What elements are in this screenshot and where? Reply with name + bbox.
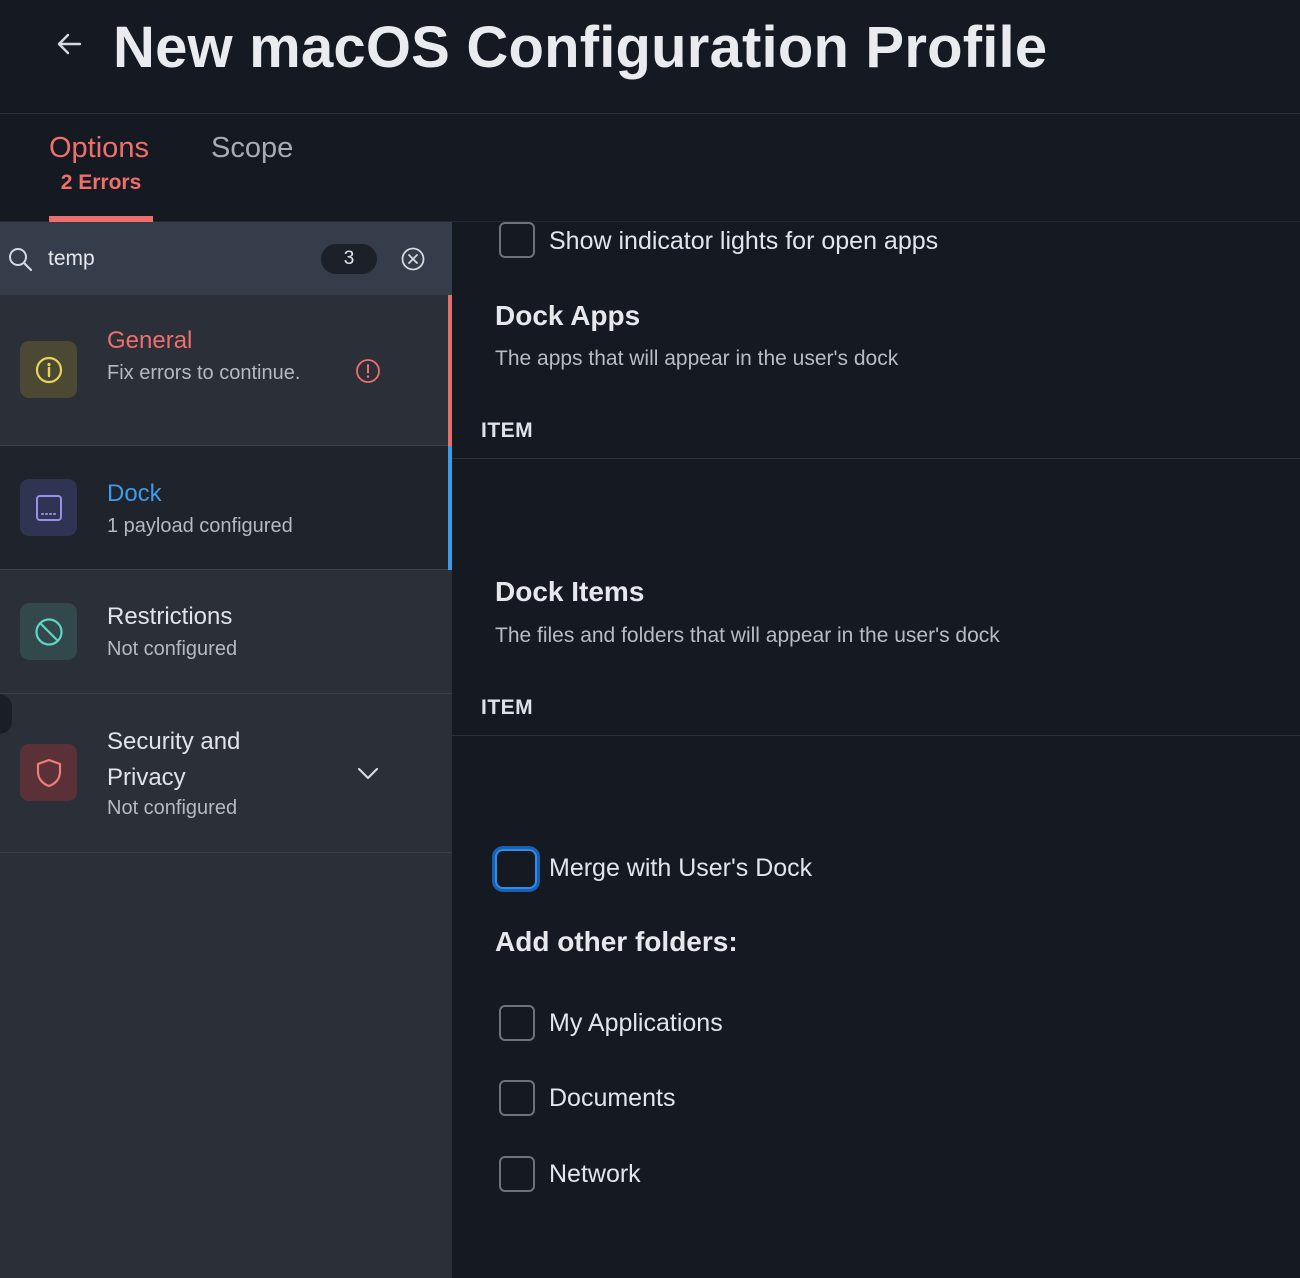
dock-items-description: The files and folders that will appear i…: [495, 624, 1000, 647]
documents-label: Documents: [549, 1084, 676, 1112]
sidebar-item-subtitle: Not configured: [107, 638, 238, 660]
dock-apps-column-item: ITEM: [481, 419, 534, 442]
merge-with-users-dock-label: Merge with User's Dock: [549, 854, 813, 882]
sidebar-item-title: Dock: [107, 480, 162, 507]
search-icon: [9, 248, 33, 272]
sidebar-item-subtitle: 1 payload configured: [107, 515, 293, 537]
page-title: New macOS Configuration Profile: [113, 15, 1048, 80]
sidebar-item-subtitle: Not configured: [107, 797, 238, 819]
tab-scope[interactable]: Scope: [211, 132, 293, 165]
sidebar-item-title: Restrictions: [107, 603, 233, 630]
sidebar-item-restrictions[interactable]: Restrictions Not configured: [0, 570, 452, 694]
security-icon-tile: [20, 744, 77, 801]
tab-options-label: Options: [49, 132, 149, 164]
clear-search-icon[interactable]: [400, 246, 426, 272]
add-other-folders-title: Add other folders:: [495, 926, 738, 957]
sidebar-item-general[interactable]: General Fix errors to continue.: [0, 295, 452, 446]
my-applications-checkbox[interactable]: [499, 1005, 535, 1041]
dock-apps-title: Dock Apps: [495, 300, 641, 331]
sidebar-item-subtitle: Fix errors to continue.: [107, 362, 301, 384]
restrictions-icon-tile: [20, 603, 77, 660]
sidebar-item-title: Security and Privacy: [107, 728, 241, 791]
dock-icon-tile: [20, 479, 77, 536]
network-checkbox[interactable]: [499, 1156, 535, 1192]
show-indicator-lights-checkbox[interactable]: [499, 222, 535, 258]
shield-icon: [36, 758, 61, 787]
dock-icon: [35, 494, 62, 521]
general-icon-tile: [20, 341, 77, 398]
sidebar-item-security-and-privacy[interactable]: Security and Privacy Not configured: [0, 694, 452, 853]
chevron-down-icon[interactable]: [355, 760, 381, 786]
search-input[interactable]: [48, 242, 298, 276]
sidebar-item-title: General: [107, 327, 193, 354]
show-indicator-lights-label: Show indicator lights for open apps: [549, 227, 939, 255]
merge-with-users-dock-checkbox[interactable]: [495, 849, 537, 889]
dock-items-table-header: ITEM: [452, 696, 1300, 736]
error-icon: [356, 359, 380, 383]
back-button[interactable]: [50, 26, 88, 62]
tab-scope-label: Scope: [211, 132, 294, 164]
page-header: New macOS Configuration Profile: [0, 0, 1300, 114]
prohibited-icon: [34, 617, 63, 646]
sidebar: 3 General Fix errors to continue.: [0, 222, 452, 1278]
search-result-count: 3: [321, 244, 377, 274]
tab-bar: Options 2 Errors Scope: [0, 114, 1300, 222]
search-bar: 3: [0, 222, 452, 295]
network-label: Network: [549, 1160, 641, 1188]
tab-options[interactable]: Options 2 Errors: [49, 132, 153, 222]
arrow-left-icon: [57, 33, 82, 55]
dock-items-title: Dock Items: [495, 576, 645, 607]
dock-items-column-item: ITEM: [481, 696, 534, 719]
my-applications-label: My Applications: [549, 1009, 723, 1037]
dock-apps-table-header: ITEM: [452, 419, 1300, 459]
documents-checkbox[interactable]: [499, 1080, 535, 1116]
main-content: Show indicator lights for open apps Dock…: [452, 222, 1300, 1278]
dock-apps-description: The apps that will appear in the user's …: [495, 347, 899, 370]
info-icon: [35, 356, 62, 383]
sidebar-item-dock[interactable]: Dock 1 payload configured: [0, 446, 452, 570]
tab-options-errors: 2 Errors: [60, 171, 142, 194]
